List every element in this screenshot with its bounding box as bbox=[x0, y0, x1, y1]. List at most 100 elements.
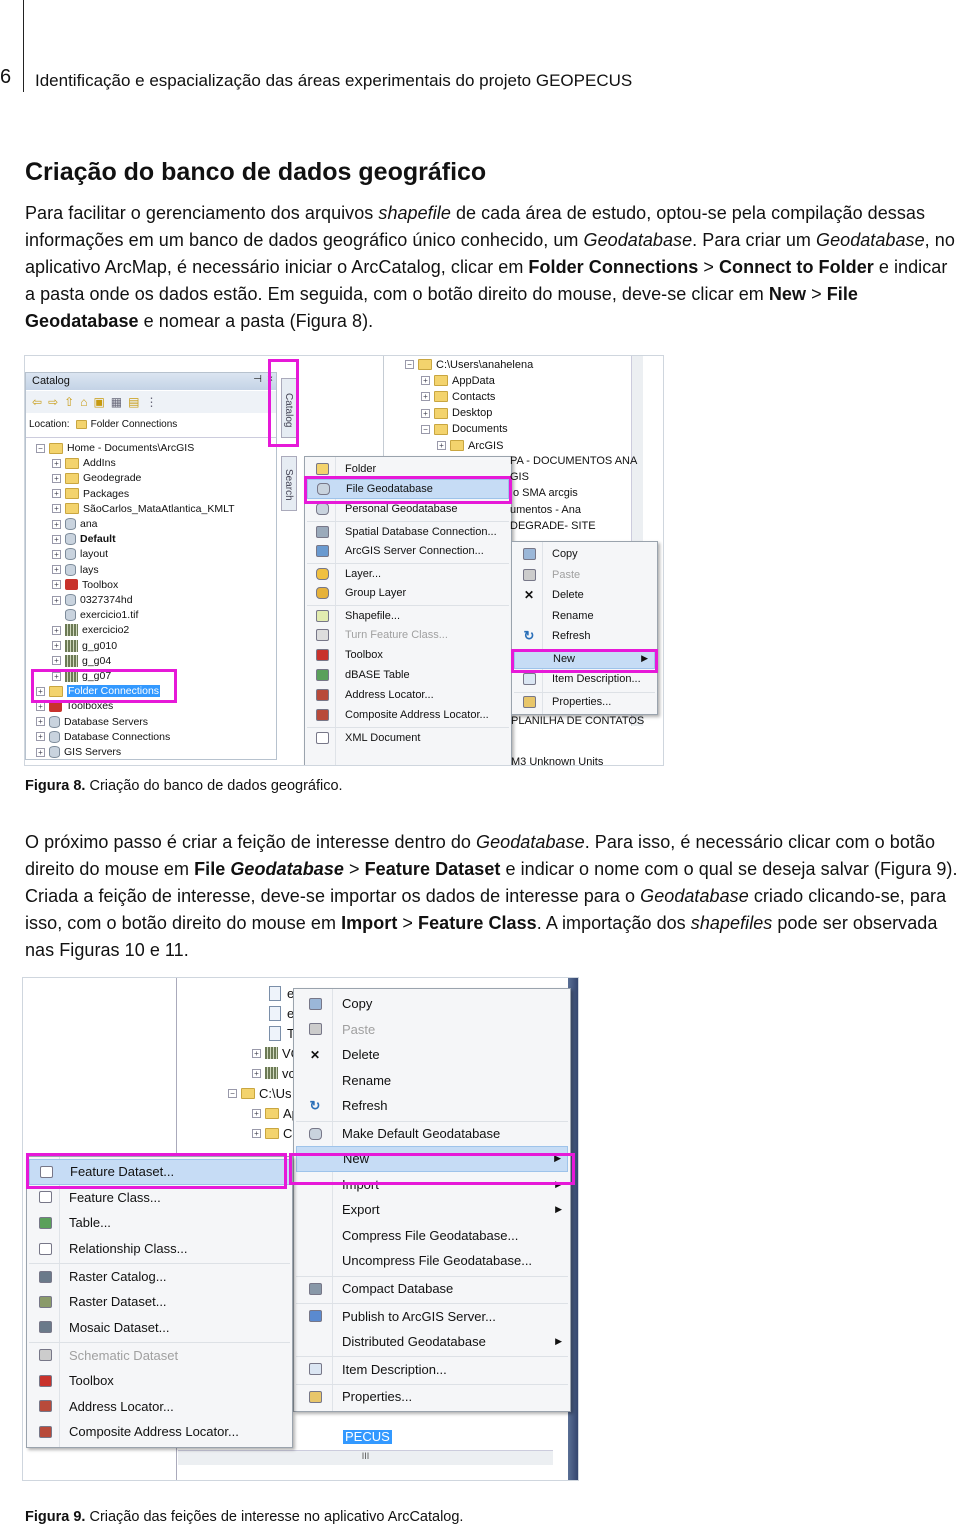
expand-icon[interactable]: + bbox=[52, 641, 61, 651]
menu-item-group-layer[interactable]: Group Layer bbox=[307, 583, 509, 603]
tree-node[interactable]: + Toolbox bbox=[52, 578, 118, 592]
selected-geodatabase[interactable]: PECUS bbox=[343, 1430, 392, 1444]
expand-icon[interactable]: + bbox=[52, 504, 61, 514]
expand-icon[interactable]: + bbox=[52, 595, 61, 605]
expand-icon[interactable]: + bbox=[52, 580, 61, 590]
expand-icon[interactable]: + bbox=[421, 376, 430, 386]
tree-node[interactable]: + lays bbox=[52, 563, 99, 577]
expand-icon[interactable]: + bbox=[437, 441, 446, 450]
tree-node[interactable]: + ArcGIS bbox=[437, 438, 503, 453]
menu-item-toolbox[interactable]: Toolbox bbox=[29, 1368, 290, 1394]
tree-node[interactable]: + Packages bbox=[52, 487, 129, 501]
tree-node[interactable]: − C:\Us bbox=[228, 1084, 292, 1102]
tree-node[interactable]: + Geodegrade bbox=[52, 471, 141, 485]
expand-icon[interactable]: + bbox=[36, 732, 45, 742]
tree-node[interactable]: + Ap bbox=[252, 1104, 299, 1122]
forward-icon[interactable]: ⇨ bbox=[48, 395, 58, 409]
menu-item-delete[interactable]: ✕ Delete bbox=[514, 585, 655, 606]
expand-icon[interactable]: + bbox=[36, 701, 45, 711]
menu-item-publish-to-arcgis-server[interactable]: Publish to ArcGIS Server... bbox=[296, 1303, 568, 1329]
tree-node[interactable]: + g_g04 bbox=[52, 654, 111, 668]
expand-icon[interactable]: + bbox=[421, 408, 430, 418]
back-icon[interactable]: ⇦ bbox=[32, 395, 42, 409]
menu-item-copy[interactable]: Copy bbox=[514, 544, 655, 565]
search-side-tab[interactable]: Search bbox=[281, 456, 297, 511]
tree-node[interactable]: − C:\Users\anahelena bbox=[405, 357, 533, 372]
tree-node[interactable]: − Home - Documents\ArcGIS bbox=[36, 441, 194, 455]
menu-item-spatial-database-connection[interactable]: Spatial Database Connection... bbox=[307, 521, 509, 541]
menu-item-compress-file-geodatabase[interactable]: Compress File Geodatabase... bbox=[296, 1223, 568, 1249]
tree-node[interactable]: + AddIns bbox=[52, 456, 116, 470]
horizontal-scrollbar[interactable]: III bbox=[178, 1450, 553, 1465]
menu-item-properties[interactable]: Properties... bbox=[296, 1383, 568, 1410]
expand-icon[interactable]: + bbox=[36, 747, 45, 757]
home-icon[interactable]: ⌂ bbox=[80, 395, 87, 409]
up-icon[interactable]: ⇧ bbox=[64, 395, 74, 409]
menu-item-compact-database[interactable]: Compact Database bbox=[296, 1275, 568, 1302]
menu-item-distributed-geodatabase[interactable]: Distributed Geodatabase ▶ bbox=[296, 1329, 568, 1355]
tree-node[interactable]: + Contacts bbox=[421, 389, 495, 404]
menu-item-composite-address-locator[interactable]: Composite Address Locator... bbox=[29, 1419, 290, 1445]
menu-item-delete[interactable]: ✕ Delete bbox=[296, 1042, 568, 1068]
expand-icon[interactable]: + bbox=[36, 717, 45, 727]
expand-icon[interactable]: + bbox=[52, 565, 61, 575]
connect-folder-icon[interactable]: ▣ bbox=[93, 395, 104, 409]
menu-item-raster-catalog[interactable]: Raster Catalog... bbox=[29, 1263, 290, 1289]
menu-item-mosaic-dataset[interactable]: Mosaic Dataset... bbox=[29, 1315, 290, 1341]
expand-icon[interactable]: + bbox=[252, 1108, 261, 1118]
menu-item-refresh[interactable]: ↻ Refresh bbox=[514, 626, 655, 647]
menu-item-xml-document[interactable]: XML Document bbox=[307, 727, 509, 747]
tree-node[interactable]: + vc bbox=[252, 1064, 295, 1082]
tree-node[interactable]: + Database Connections bbox=[36, 730, 170, 744]
menu-item-item-description[interactable]: Item Description... bbox=[296, 1356, 568, 1382]
collapse-icon[interactable]: − bbox=[228, 1088, 237, 1098]
expand-icon[interactable]: + bbox=[252, 1048, 261, 1058]
menu-item-layer[interactable]: Layer... bbox=[307, 563, 509, 583]
menu-item-table[interactable]: Table... bbox=[29, 1210, 290, 1236]
tree-node[interactable]: + GIS Servers bbox=[36, 745, 121, 759]
menu-item-dbase-table[interactable]: dBASE Table bbox=[307, 665, 509, 685]
expand-icon[interactable]: + bbox=[52, 519, 61, 529]
tree-node[interactable]: + Default bbox=[52, 532, 116, 546]
location-field[interactable]: Folder Connections bbox=[75, 419, 177, 430]
menu-item-export[interactable]: Export ▶ bbox=[296, 1197, 568, 1223]
tree-node[interactable]: − Documents bbox=[421, 422, 508, 437]
expand-icon[interactable]: + bbox=[421, 392, 430, 402]
expand-icon[interactable]: + bbox=[252, 1128, 261, 1138]
tree-node[interactable]: + g_g010 bbox=[52, 639, 117, 653]
tree-node[interactable]: + layout bbox=[52, 547, 108, 561]
menu-item-refresh[interactable]: ↻ Refresh bbox=[296, 1093, 568, 1119]
new-folder-icon[interactable]: ▤ bbox=[128, 395, 139, 409]
menu-item-uncompress-file-geodatabase[interactable]: Uncompress File Geodatabase... bbox=[296, 1248, 568, 1274]
expand-icon[interactable]: + bbox=[52, 534, 61, 544]
tree-node[interactable]: + Desktop bbox=[421, 406, 492, 421]
collapse-icon[interactable]: − bbox=[405, 360, 414, 369]
tree-node[interactable]: +0327374hd bbox=[52, 593, 133, 607]
pin-icon[interactable]: ⊣ bbox=[253, 374, 262, 385]
menu-item-shapefile[interactable]: Shapefile... bbox=[307, 605, 509, 625]
expand-icon[interactable]: + bbox=[52, 549, 61, 559]
menu-item-copy[interactable]: Copy bbox=[296, 991, 568, 1017]
menu-item-toolbox[interactable]: Toolbox bbox=[307, 645, 509, 665]
collapse-icon[interactable]: − bbox=[421, 424, 430, 434]
expand-icon[interactable]: + bbox=[52, 473, 61, 483]
tree-node[interactable]: + Database Servers bbox=[36, 715, 148, 729]
menu-item-address-locator[interactable]: Address Locator... bbox=[29, 1393, 290, 1419]
tree-node[interactable]: + SãoCarlos_MataAtlantica_KMLT bbox=[52, 502, 235, 516]
menu-item-properties[interactable]: Properties... bbox=[514, 691, 655, 713]
tree-node[interactable]: + exercicio2 bbox=[52, 623, 129, 637]
menu-item-relationship-class[interactable]: Relationship Class... bbox=[29, 1236, 290, 1262]
menu-item-raster-dataset[interactable]: Raster Dataset... bbox=[29, 1289, 290, 1315]
tree-node[interactable]: exercicio1.tif bbox=[52, 608, 138, 622]
tree-node[interactable]: + AppData bbox=[421, 373, 495, 388]
expand-icon[interactable]: + bbox=[52, 489, 61, 499]
menu-item-make-default-geodatabase[interactable]: Make Default Geodatabase bbox=[296, 1120, 568, 1147]
menu-item-rename[interactable]: Rename bbox=[296, 1068, 568, 1094]
menu-item-address-locator[interactable]: Address Locator... bbox=[307, 685, 509, 705]
menu-item-rename[interactable]: Rename bbox=[514, 606, 655, 627]
expand-icon[interactable]: + bbox=[252, 1068, 261, 1078]
menu-item-composite-address-locator[interactable]: Composite Address Locator... bbox=[307, 705, 509, 725]
view-icon[interactable]: ▦ bbox=[111, 395, 122, 409]
menu-item-arcgis-server-connection[interactable]: ArcGIS Server Connection... bbox=[307, 541, 509, 561]
expand-icon[interactable]: + bbox=[52, 458, 61, 468]
